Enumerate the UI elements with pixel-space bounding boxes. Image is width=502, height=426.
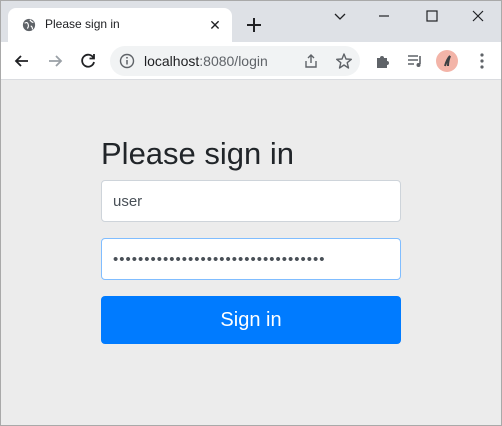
username-value: user	[113, 192, 143, 210]
forward-icon[interactable]	[45, 51, 65, 71]
tab-strip: Please sign in ✕	[0, 0, 502, 42]
url-text: localhost:8080/login	[144, 53, 268, 69]
chevron-down-icon[interactable]	[328, 6, 352, 26]
avatar-glyph-icon	[444, 55, 451, 67]
extensions-icon[interactable]	[374, 52, 392, 70]
reload-icon[interactable]	[78, 51, 98, 71]
share-icon[interactable]	[303, 53, 319, 69]
globe-icon	[22, 18, 36, 32]
maximize-icon[interactable]	[420, 6, 444, 26]
window-close-icon[interactable]	[466, 6, 490, 26]
star-icon[interactable]	[335, 52, 353, 70]
url-host: localhost	[144, 53, 200, 69]
browser-toolbar: localhost:8080/login	[0, 42, 502, 80]
menu-icon[interactable]	[479, 52, 485, 70]
password-value: ••••••••••••••••••••••••••••••••••	[113, 250, 326, 268]
tab-close-button[interactable]: ✕	[206, 16, 224, 34]
url-path: :8080/login	[199, 53, 268, 69]
password-input[interactable]: ••••••••••••••••••••••••••••••••••	[101, 238, 401, 280]
avatar[interactable]	[436, 50, 458, 72]
sign-in-button[interactable]: Sign in	[101, 296, 401, 344]
address-bar[interactable]: localhost:8080/login	[110, 46, 360, 76]
back-icon[interactable]	[12, 51, 32, 71]
username-input[interactable]: user	[101, 180, 401, 222]
browser-tab[interactable]: Please sign in ✕	[8, 8, 232, 42]
media-icon[interactable]	[406, 52, 424, 70]
tab-title: Please sign in	[45, 17, 120, 31]
info-icon[interactable]	[119, 53, 135, 69]
minimize-icon[interactable]	[372, 6, 396, 26]
page-title: Please sign in	[101, 136, 295, 171]
plus-icon[interactable]	[244, 15, 264, 35]
